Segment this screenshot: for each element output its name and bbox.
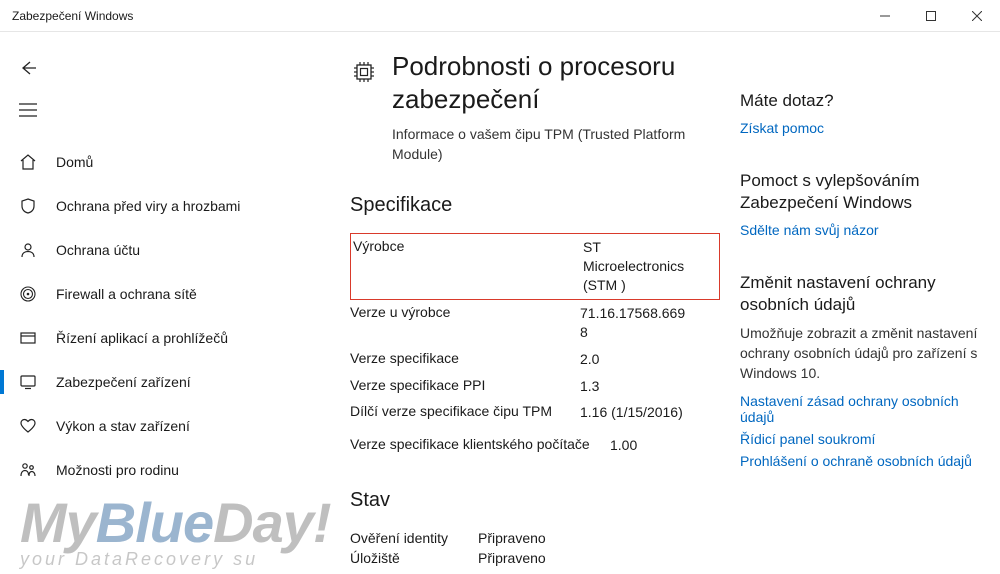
family-icon xyxy=(18,460,38,480)
spec-row: Verze specifikace 2.0 xyxy=(350,346,720,373)
spec-label: Verze u výrobce xyxy=(350,304,580,342)
spec-label: Výrobce xyxy=(353,238,583,295)
feedback-link[interactable]: Sdělte nám svůj názor xyxy=(740,222,990,238)
page-title: Podrobnosti o procesoru zabezpečení xyxy=(392,50,720,115)
help-heading: Máte dotaz? xyxy=(740,90,990,112)
privacy-statement-link[interactable]: Prohlášení o ochraně osobních údajů xyxy=(740,453,990,469)
spec-label: Dílčí verze specifikace čipu TPM xyxy=(350,403,580,422)
person-icon xyxy=(18,240,38,260)
sidebar-item-virus[interactable]: Ochrana před viry a hrozbami xyxy=(0,184,320,228)
hamburger-icon xyxy=(18,100,38,120)
sidebar-item-family[interactable]: Možnosti pro rodinu xyxy=(0,448,320,492)
spec-row: Verze specifikace klientského počítače 1… xyxy=(350,432,720,459)
close-button[interactable] xyxy=(954,0,1000,31)
minimize-button[interactable] xyxy=(862,0,908,31)
status-value: Připraveno xyxy=(478,530,546,546)
hamburger-button[interactable] xyxy=(0,90,320,130)
get-help-link[interactable]: Získat pomoc xyxy=(740,120,990,136)
main-content: Podrobnosti o procesoru zabezpečení Info… xyxy=(350,50,740,574)
status-value: Připraveno xyxy=(478,550,546,566)
sidebar-item-label: Možnosti pro rodinu xyxy=(56,462,179,478)
spec-value: 1.00 xyxy=(610,436,720,455)
page-subtitle: Informace o vašem čipu TPM (Trusted Plat… xyxy=(392,125,720,164)
spec-row: Výrobce ST Microelectronics (STM ) xyxy=(350,233,720,300)
status-label: Úložiště xyxy=(350,550,460,566)
maximize-button[interactable] xyxy=(908,0,954,31)
sidebar-item-home[interactable]: Domů xyxy=(0,140,320,184)
sidebar-item-device-security[interactable]: Zabezpečení zařízení xyxy=(0,360,320,404)
sidebar-item-label: Ochrana účtu xyxy=(56,242,140,258)
back-arrow-icon xyxy=(18,58,38,78)
spec-label: Verze specifikace xyxy=(350,350,580,369)
spec-value: ST Microelectronics (STM ) xyxy=(583,238,693,295)
sidebar-item-label: Řízení aplikací a prohlížečů xyxy=(56,330,228,346)
chip-icon xyxy=(350,58,378,86)
status-label: Ověření identity xyxy=(350,530,460,546)
sidebar-item-appcontrol[interactable]: Řízení aplikací a prohlížečů xyxy=(0,316,320,360)
spec-heading: Specifikace xyxy=(350,194,720,217)
sidebar: Domů Ochrana před viry a hrozbami Ochran… xyxy=(0,32,320,574)
status-row: Úložiště Připraveno xyxy=(350,548,720,568)
heart-icon xyxy=(18,416,38,436)
sidebar-item-account[interactable]: Ochrana účtu xyxy=(0,228,320,272)
privacy-dashboard-link[interactable]: Řídicí panel soukromí xyxy=(740,431,990,447)
privacy-settings-link[interactable]: Nastavení zásad ochrany osobních údajů xyxy=(740,393,990,425)
app-icon xyxy=(18,328,38,348)
spec-table: Výrobce ST Microelectronics (STM ) Verze… xyxy=(350,233,720,459)
feedback-heading: Pomoct s vylepšováním Zabezpečení Window… xyxy=(740,170,990,214)
sidebar-item-label: Domů xyxy=(56,154,93,170)
spec-label: Verze specifikace PPI xyxy=(350,377,580,396)
titlebar: Zabezpečení Windows xyxy=(0,0,1000,32)
window-title: Zabezpečení Windows xyxy=(12,9,133,23)
spec-row: Verze u výrobce 71.16.17568.6698 xyxy=(350,300,720,346)
spec-value: 1.3 xyxy=(580,377,720,396)
spec-value: 71.16.17568.6698 xyxy=(580,304,690,342)
right-pane: Máte dotaz? Získat pomoc Pomoct s vylepš… xyxy=(740,50,990,574)
sidebar-item-label: Zabezpečení zařízení xyxy=(56,374,191,390)
device-icon xyxy=(18,372,38,392)
status-table: Ověření identity Připraveno Úložiště Při… xyxy=(350,528,720,568)
spec-row: Dílčí verze specifikace čipu TPM 1.16 (1… xyxy=(350,399,720,426)
status-heading: Stav xyxy=(350,489,720,512)
spec-label: Verze specifikace klientského počítače xyxy=(350,436,610,455)
shield-icon xyxy=(18,196,38,216)
spec-row: Verze specifikace PPI 1.3 xyxy=(350,373,720,400)
spec-value: 1.16 (1/15/2016) xyxy=(580,403,690,422)
status-row: Ověření identity Připraveno xyxy=(350,528,720,548)
privacy-desc: Umožňuje zobrazit a změnit nastavení och… xyxy=(740,324,990,383)
back-button[interactable] xyxy=(0,46,320,90)
sidebar-item-label: Ochrana před viry a hrozbami xyxy=(56,198,240,214)
sidebar-item-firewall[interactable]: Firewall a ochrana sítě xyxy=(0,272,320,316)
sidebar-item-health[interactable]: Výkon a stav zařízení xyxy=(0,404,320,448)
spec-value: 2.0 xyxy=(580,350,720,369)
privacy-heading: Změnit nastavení ochrany osobních údajů xyxy=(740,272,990,316)
sidebar-item-label: Firewall a ochrana sítě xyxy=(56,286,197,302)
window-controls xyxy=(862,0,1000,31)
network-icon xyxy=(18,284,38,304)
sidebar-item-label: Výkon a stav zařízení xyxy=(56,418,190,434)
home-icon xyxy=(18,152,38,172)
